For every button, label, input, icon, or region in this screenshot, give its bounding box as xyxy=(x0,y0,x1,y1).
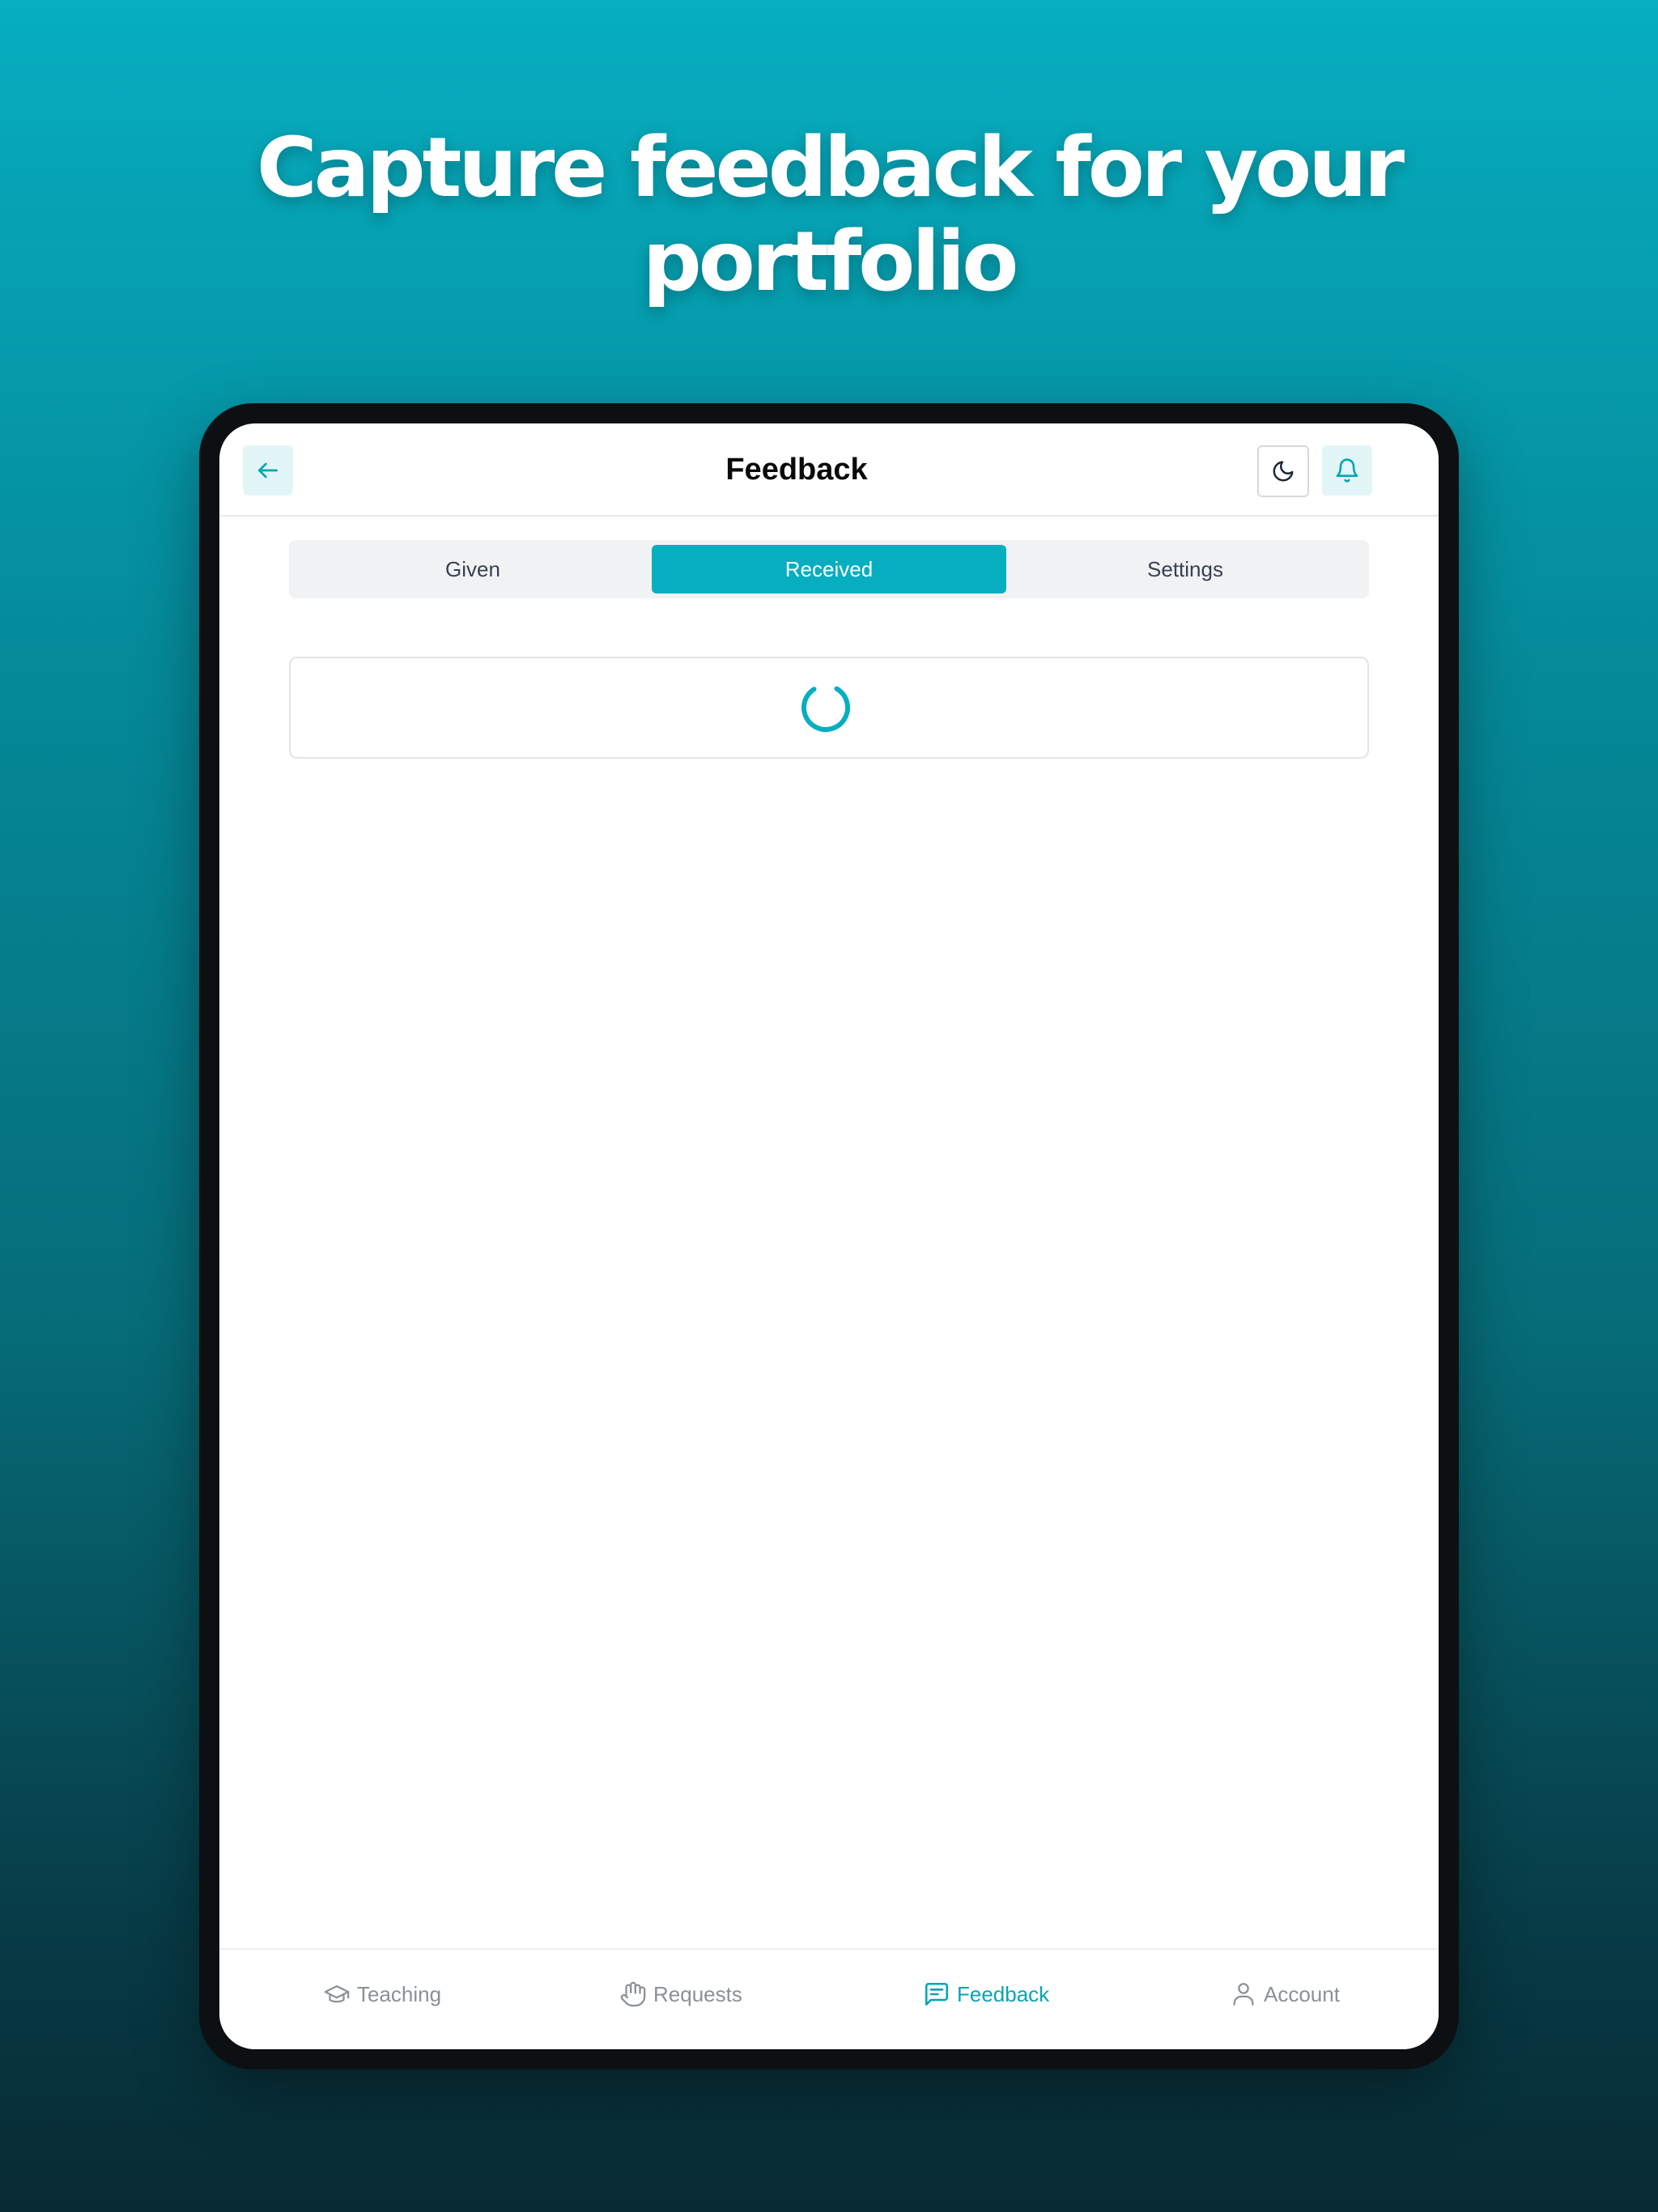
nav-feedback-label: Feedback xyxy=(957,1981,1050,2006)
feedback-tabs: Given Received Settings xyxy=(289,540,1369,598)
hand-icon xyxy=(620,1981,646,2007)
nav-account[interactable]: Account xyxy=(1230,1950,1340,2039)
message-square-icon xyxy=(925,1982,949,2006)
bell-icon xyxy=(1336,458,1358,483)
headline-line-1: Capture feedback for your xyxy=(256,120,1405,216)
nav-requests-label: Requests xyxy=(653,1981,742,2006)
page-title: Feedback xyxy=(725,453,868,487)
tab-given[interactable]: Given xyxy=(295,545,650,593)
graduation-cap-icon xyxy=(324,1984,350,2003)
nav-requests[interactable]: Requests xyxy=(619,1950,742,2039)
user-icon xyxy=(1233,1983,1254,2006)
loading-card xyxy=(289,657,1369,759)
tablet-frame: Feedback Given Received Settings Teachin… xyxy=(199,403,1459,2069)
notifications-button[interactable] xyxy=(1322,445,1372,496)
app-screen: Feedback Given Received Settings Teachin… xyxy=(219,423,1439,2049)
tab-settings[interactable]: Settings xyxy=(1008,545,1363,593)
tab-received[interactable]: Received xyxy=(652,545,1006,593)
arrow-left-icon xyxy=(258,462,278,479)
moon-icon xyxy=(1273,461,1294,482)
theme-toggle-button[interactable] xyxy=(1257,445,1309,497)
nav-feedback[interactable]: Feedback xyxy=(923,1950,1049,2039)
headline: Capture feedback for your portfolio xyxy=(0,121,1658,309)
app-header: Feedback xyxy=(219,423,1439,517)
nav-teaching[interactable]: Teaching xyxy=(323,1950,441,2039)
nav-account-label: Account xyxy=(1264,1981,1340,2006)
bottom-navigation: Teaching Requests Feedback Account xyxy=(219,1948,1439,2049)
back-button[interactable] xyxy=(243,445,293,496)
headline-line-2: portfolio xyxy=(642,214,1019,310)
nav-teaching-label: Teaching xyxy=(357,1981,442,2006)
spinner-icon xyxy=(801,683,850,732)
